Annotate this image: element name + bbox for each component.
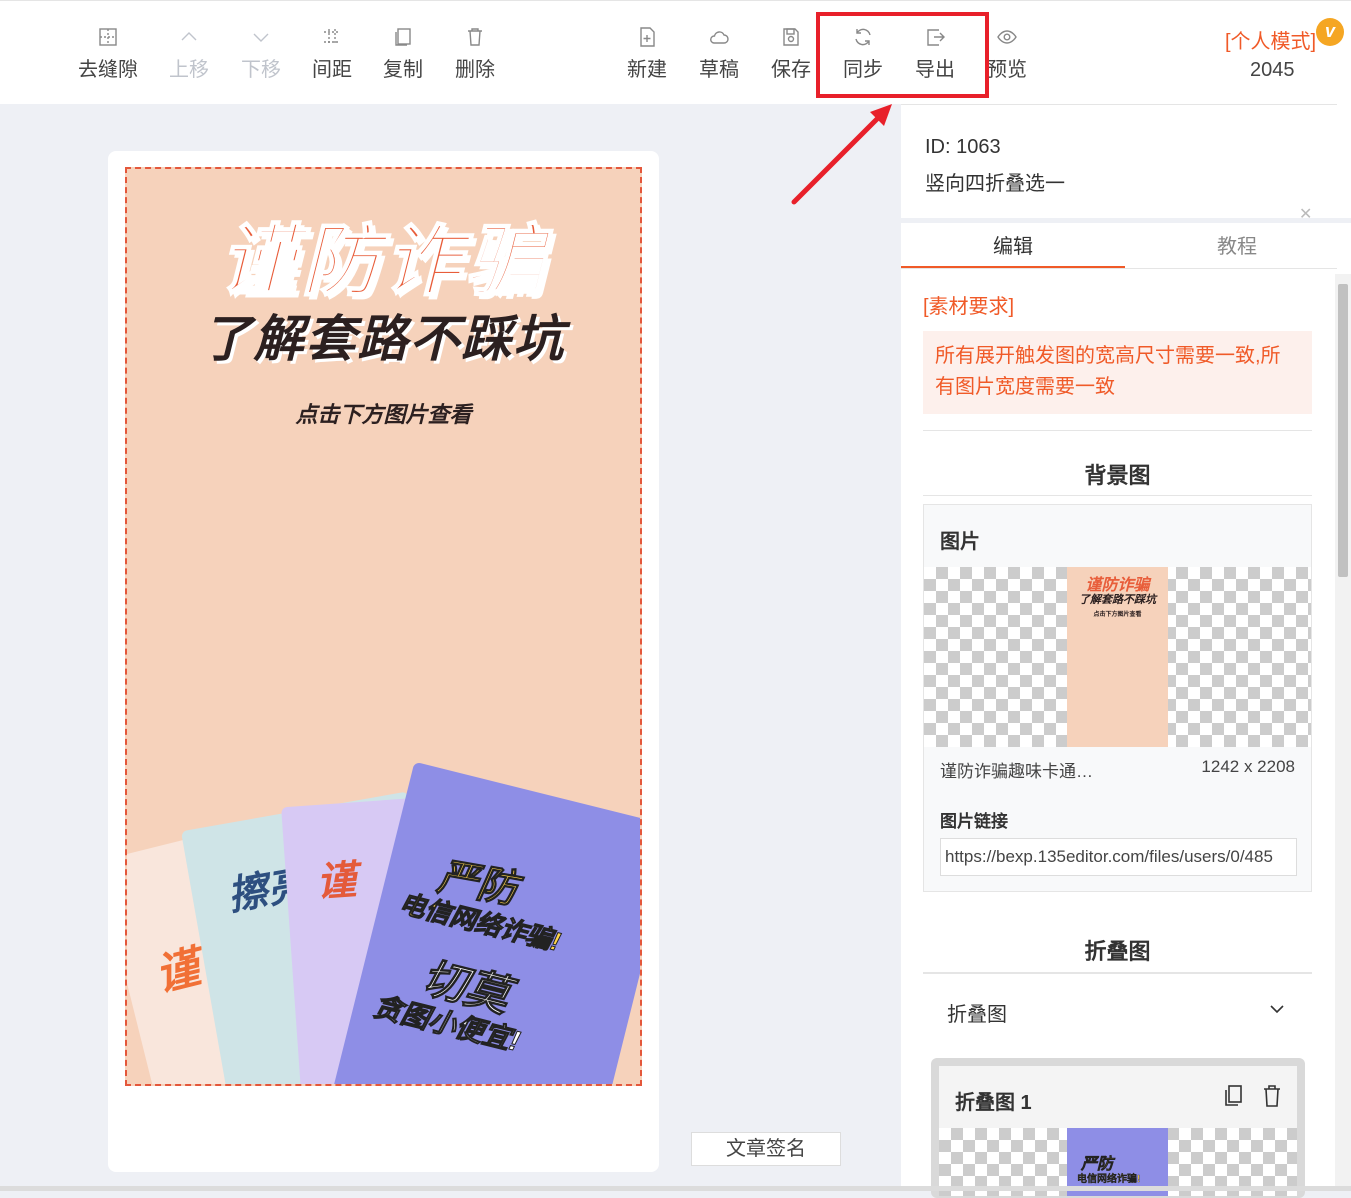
poster-subtitle: 了解套路不踩坑 (201, 311, 566, 367)
poster-card-3-text: 谨 (314, 858, 358, 906)
image-link-input[interactable] (940, 838, 1297, 876)
move-down-button[interactable]: 下移 (225, 23, 297, 82)
annotation-highlight-box (816, 12, 989, 98)
new-button[interactable]: 新建 (611, 23, 683, 82)
tab-tutorial[interactable]: 教程 (1125, 230, 1349, 259)
tab-divider (901, 268, 1337, 269)
poster-card-1-text: 谨 (150, 942, 206, 1001)
template-name: 竖向四折叠选一 (925, 173, 1065, 195)
delete-label: 删除 (455, 59, 495, 81)
spacing-button[interactable]: 间距 (296, 23, 368, 82)
thumb-subtitle: 了解套路不踩坑 (1079, 594, 1156, 606)
poster-canvas[interactable]: 谨防诈骗 了解套路不踩坑 点击下方图片查看 谨 擦亮 谨 严防 电信网络诈骗! … (125, 167, 642, 1086)
requirement-title: [素材要求] (923, 296, 1015, 318)
trash-icon[interactable] (1261, 1084, 1283, 1108)
image-header: 图片 (940, 531, 980, 553)
fold-select-value: 折叠图 (947, 1004, 1007, 1026)
copy-label: 复制 (383, 59, 423, 81)
template-id: ID: 1063 (925, 136, 1001, 158)
fold-item-inner: 折叠图 1 严防 电信网络诈骗! (939, 1066, 1297, 1196)
bottom-scrollbar[interactable] (0, 1186, 1351, 1191)
copy-icon (367, 23, 439, 51)
spacing-icon (296, 23, 368, 51)
count-value: 2045 (1250, 59, 1295, 81)
file-name: 谨防诈骗趣味卡通… (940, 762, 1093, 781)
cloud-icon (683, 23, 755, 51)
image-link-label: 图片链接 (940, 812, 1008, 831)
article-signature-button[interactable]: 文章签名 (691, 1132, 841, 1166)
remove-gap-button[interactable]: 去缝隙 (72, 23, 144, 82)
panel-top-divider (901, 104, 1337, 105)
scrollbar-thumb[interactable] (1338, 284, 1348, 577)
right-panel: ID: 1063 竖向四折叠选一 ✕ 编辑 教程 [素材要求] 所有展开触发图的… (901, 104, 1351, 1198)
vip-badge: v (1316, 18, 1344, 46)
draft-button[interactable]: 草稿 (683, 23, 755, 82)
divider (923, 430, 1312, 431)
fold-item-title: 折叠图 1 (955, 1092, 1032, 1114)
mode-label[interactable]: [个人模式] (1225, 25, 1316, 54)
move-up-label: 上移 (169, 59, 209, 81)
move-up-button[interactable]: 上移 (153, 23, 225, 82)
image-preview[interactable]: 谨防诈骗 了解套路不踩坑 点击下方图片查看 (924, 567, 1311, 747)
remove-gap-label: 去缝隙 (78, 59, 138, 81)
background-section-title: 背景图 (1084, 463, 1151, 488)
background-thumbnail: 谨防诈骗 了解套路不踩坑 点击下方图片查看 (1067, 567, 1168, 747)
background-image-card: 图片 谨防诈骗 了解套路不踩坑 点击下方图片查看 谨防诈骗趣味卡通… 1242 … (923, 504, 1312, 892)
move-down-label: 下移 (241, 59, 281, 81)
fold-select[interactable]: 折叠图 (923, 972, 1312, 1048)
draft-label: 草稿 (699, 59, 739, 81)
chevron-down-icon (225, 23, 297, 51)
fold-thumb-text2: 电信网络诈骗! (1077, 1174, 1141, 1185)
chevron-down-icon (1270, 1005, 1284, 1014)
copy-icon[interactable] (1223, 1084, 1245, 1108)
requirement-box: 所有展开触发图的宽高尺寸需要一致,所有图片宽度需要一致 (923, 331, 1312, 414)
annotation-arrow-icon (791, 104, 892, 205)
thumb-hint: 点击下方图片查看 (1093, 612, 1142, 618)
poster-hint: 点击下方图片查看 (295, 402, 472, 427)
tab-edit[interactable]: 编辑 (901, 230, 1125, 259)
delete-button[interactable]: 删除 (439, 23, 511, 82)
new-label: 新建 (627, 59, 667, 81)
divider (923, 495, 1312, 496)
chevron-up-icon (153, 23, 225, 51)
copy-button[interactable]: 复制 (367, 23, 439, 82)
toolbar: 去缝隙 上移 下移 间距 复制 删除 新建 草稿 保存 同步 导出 预览 [个人… (0, 0, 1351, 104)
grid-icon (72, 23, 144, 51)
file-size: 1242 x 2208 (1201, 757, 1295, 776)
spacing-label: 间距 (312, 59, 352, 81)
poster-title: 谨防诈骗 (218, 216, 548, 306)
fold-section-title: 折叠图 (1084, 939, 1151, 964)
fold-item: 折叠图 1 严防 电信网络诈骗! (931, 1058, 1305, 1198)
new-file-icon (611, 23, 683, 51)
trash-icon (439, 23, 511, 51)
tabs-separator (901, 218, 1351, 223)
